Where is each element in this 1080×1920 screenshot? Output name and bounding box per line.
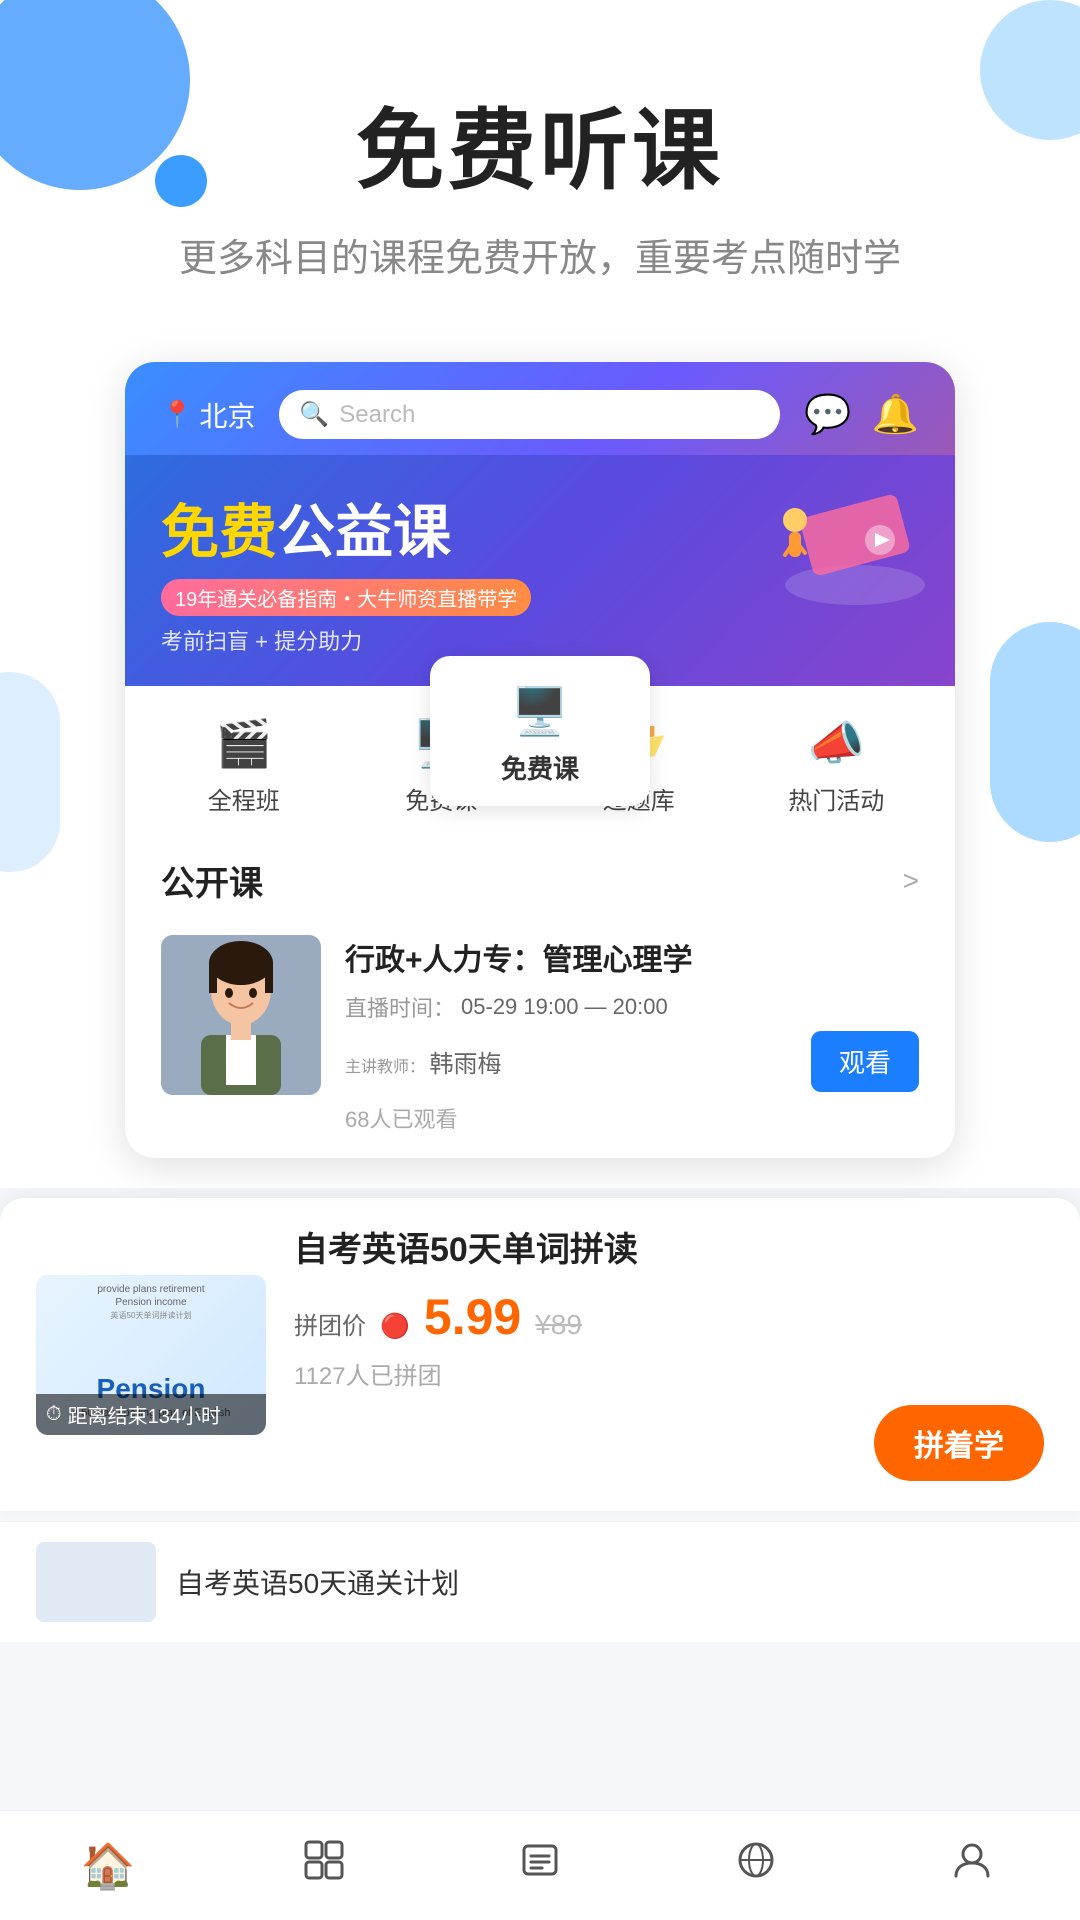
banner-title-highlight: 免费 [161,500,277,565]
course-title: 行政+人力专：管理心理学 [345,935,919,979]
tab-discover[interactable] [648,1838,864,1893]
hotactivities-label: 热门活动 [788,781,884,816]
teacher-label: 主讲教师： [345,1059,425,1076]
price-original: ¥89 [535,1309,582,1341]
public-course-header: 公开课 > [125,836,955,919]
course-card: 行政+人力专：管理心理学 直播时间： 05-29 19:00 — 20:00 主… [125,919,955,1158]
hero-title: 免费听课 [0,80,1080,207]
popup-label: 免费课 [501,749,579,786]
banner-illustration [735,465,935,615]
live-label: 直播时间： [345,991,455,1023]
courses-icon [302,1838,346,1893]
teacher-info: 主讲教师： 韩雨梅 [345,1044,501,1079]
teacher-name: 韩雨梅 [429,1051,501,1078]
nav-grid-wrapper: 🖥️ 免费课 🎬 全程班 🖥️ 免费课 📂 过题库 [125,686,955,836]
tab-home[interactable]: 🏠 [0,1840,216,1892]
home-icon: 🏠 [81,1840,136,1892]
location-label: 北京 [199,395,255,435]
header-icons: 💬 🔔 [804,393,919,437]
nav-item-quanchengban[interactable]: 🎬 全程班 [145,716,343,816]
price-row: 拼团价 🔴 5.99 ¥89 [294,1288,1044,1346]
message-icon[interactable]: 💬 [804,393,851,437]
banner: 免费公益课 19年通关必备指南・大牛师资直播带学 考前扫盲 + 提分助力 [125,455,955,686]
orders-icon [518,1838,562,1893]
thumb-words: provide plans retirementPension income英语… [40,1283,262,1322]
bell-icon[interactable]: 🔔 [872,393,919,437]
group-buy-button[interactable]: 拼着学 [874,1405,1044,1481]
banner-tag: 19年通关必备指南・大牛师资直播带学 [161,579,531,616]
banner-title: 免费公益课 [161,500,451,565]
banner-desc: 考前扫盲 + 提分助力 [161,624,919,656]
course-info: 行政+人力专：管理心理学 直播时间： 05-29 19:00 — 20:00 主… [345,935,919,1134]
price-label: 拼团价 [294,1306,366,1341]
quanchengban-icon: 🎬 [215,716,272,771]
hero-subtitle: 更多科目的课程免费开放，重要考点随时学 [0,227,1080,282]
viewers-count: 68人已观看 [345,1102,919,1134]
thumb-footer: ⏱ 距离结束134小时 [36,1394,266,1435]
course-avatar [161,935,321,1095]
app-header: 📍 北京 🔍 Search 💬 🔔 [125,362,955,455]
section-more-label: > [903,865,919,897]
thumb-footer-text: 距离结束134小时 [68,1400,221,1429]
product-thumbnail: provide plans retirementPension income英语… [36,1275,266,1435]
discover-icon [734,1838,778,1893]
course-live-time: 直播时间： 05-29 19:00 — 20:00 [345,991,919,1023]
clock-icon: ⏱ [46,1403,62,1426]
tab-profile[interactable] [864,1838,1080,1893]
profile-icon [950,1838,994,1893]
price-icon: 🔴 [380,1312,410,1341]
next-card-thumbnail [36,1542,156,1622]
tab-orders[interactable] [432,1838,648,1893]
bottom-nav-bar: 🏠 [0,1810,1080,1920]
watch-button[interactable]: 观看 [811,1031,919,1092]
price-current: 5.99 [424,1288,521,1346]
search-placeholder-text: Search [339,401,415,429]
product-section: provide plans retirementPension income英语… [0,1198,1080,1511]
section-title: 公开课 [161,856,263,905]
banner-title-main: 公益课 [277,500,451,565]
location-icon: 📍 [161,399,193,430]
product-info: 自考英语50天单词拼读 拼团价 🔴 5.99 ¥89 1127人已拼团 拼着学 [294,1228,1044,1481]
blob-left [0,672,60,872]
next-card-title: 自考英语50天通关计划 [176,1562,459,1602]
quanchengban-label: 全程班 [208,781,280,816]
tab-courses[interactable] [216,1838,432,1893]
live-time-value: 05-29 19:00 — 20:00 [461,994,668,1020]
location-tag: 📍 北京 [161,395,255,435]
popup-icon: 🖥️ [511,684,568,739]
product-title: 自考英语50天单词拼读 [294,1228,1044,1272]
hotactivities-icon: 📣 [808,716,865,771]
product-card: provide plans retirementPension income英语… [36,1228,1044,1481]
search-icon: 🔍 [299,400,329,429]
app-card: 📍 北京 🔍 Search 💬 🔔 [125,362,955,1158]
section-more-btn[interactable]: > [903,865,919,897]
search-bar[interactable]: 🔍 Search [279,390,780,439]
app-card-wrapper: 📍 北京 🔍 Search 💬 🔔 [0,322,1080,1188]
hero-section: 免费听课 更多科目的课程免费开放，重要考点随时学 [0,0,1080,322]
nav-item-hotactivities[interactable]: 📣 热门活动 [738,716,936,816]
next-card-hint: 自考英语50天通关计划 [0,1521,1080,1642]
course-teacher-row: 主讲教师： 韩雨梅 观看 [345,1031,919,1092]
buyers-count: 1127人已拼团 [294,1356,1044,1391]
popup-card: 🖥️ 免费课 [430,656,650,806]
teacher-photo [161,935,321,1095]
blob-right [990,622,1080,842]
